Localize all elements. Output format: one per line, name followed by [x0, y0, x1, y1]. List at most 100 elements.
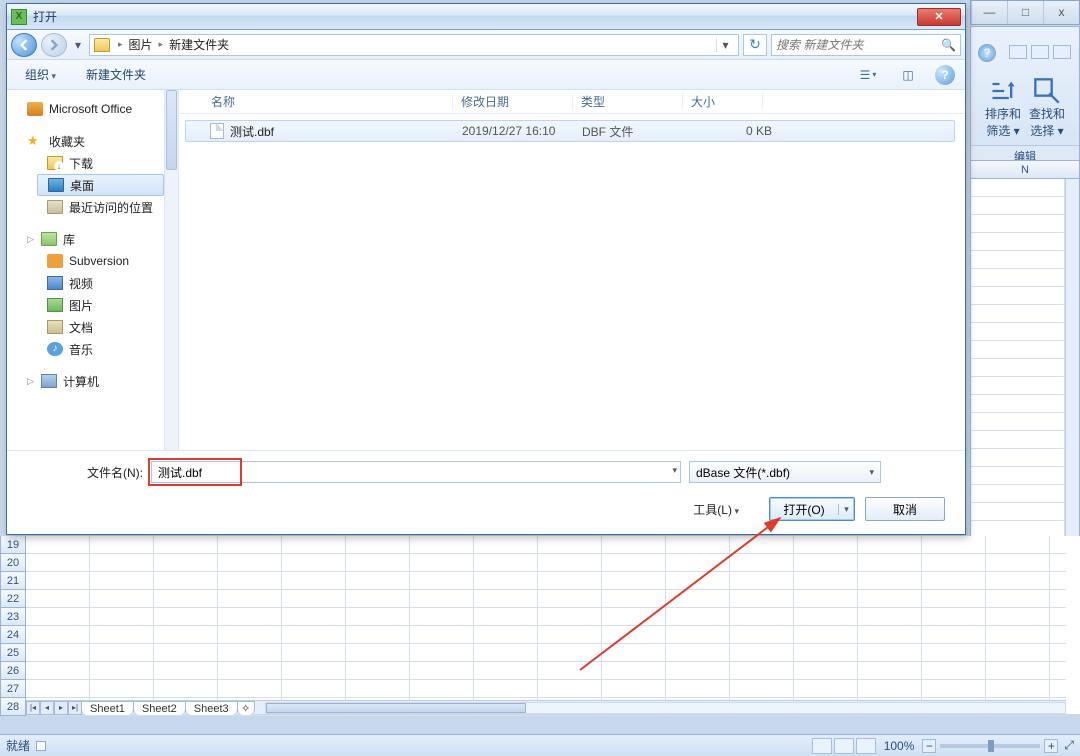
filename-dropdown[interactable]: ▾: [672, 465, 677, 476]
excel-window-controls: — □ x: [970, 0, 1080, 25]
preview-pane-button[interactable]: ◫: [895, 64, 921, 86]
tab-nav-prev[interactable]: ◂: [40, 701, 54, 715]
filetype-dropdown[interactable]: dBase 文件(*.dbf) ▾: [689, 461, 881, 483]
file-list-header[interactable]: 名称 修改日期 类型 大小: [179, 90, 965, 114]
macro-record-icon[interactable]: [36, 741, 46, 751]
breadcrumb-seg-2[interactable]: 新建文件夹: [169, 36, 229, 53]
tools-dropdown[interactable]: 工具(L): [693, 501, 739, 518]
sheet-tab-2[interactable]: Sheet2: [133, 701, 186, 715]
sidebar-item-desktop[interactable]: 桌面: [37, 174, 164, 196]
tab-nav-next[interactable]: ▸: [54, 701, 68, 715]
ribbon-mini-button[interactable]: [1009, 45, 1027, 59]
sidebar-item-computer[interactable]: ▷计算机: [17, 370, 178, 392]
column-header-N[interactable]: N: [971, 161, 1079, 179]
folder-icon: [94, 38, 110, 52]
view-mode-button[interactable]: ☰: [855, 64, 881, 86]
row-header[interactable]: 25: [0, 644, 26, 662]
fullscreen-icon[interactable]: ⤢: [1064, 738, 1074, 753]
tab-nav-first[interactable]: |◂: [26, 701, 40, 715]
sheet-tab-3[interactable]: Sheet3: [185, 701, 238, 715]
excel-minimize-button[interactable]: —: [971, 1, 1007, 24]
sidebar-item-favorites[interactable]: ★收藏夹: [17, 130, 178, 152]
search-input[interactable]: [776, 38, 937, 52]
help-button[interactable]: ?: [935, 65, 955, 85]
col-type[interactable]: 类型: [573, 93, 683, 110]
row-header[interactable]: 28: [0, 698, 26, 716]
file-date: 2019/12/27 16:10: [462, 124, 582, 138]
file-row[interactable]: 测试.dbf 2019/12/27 16:10 DBF 文件 0 KB: [185, 120, 955, 142]
spreadsheet-lower: 19202122232425262728 |◂ ◂ ▸ ▸| Sheet1 Sh…: [0, 536, 1080, 714]
zoom-level[interactable]: 100%: [884, 739, 915, 753]
nav-back-button[interactable]: [11, 33, 37, 57]
recent-icon: [47, 200, 63, 214]
row-header[interactable]: 22: [0, 590, 26, 608]
file-icon: [210, 123, 224, 139]
col-date[interactable]: 修改日期: [453, 93, 573, 110]
star-icon: ★: [27, 134, 43, 148]
sidebar-scrollbar[interactable]: [164, 90, 178, 450]
view-pagebreak-button[interactable]: [856, 738, 876, 754]
svn-icon: [47, 254, 63, 268]
row-header[interactable]: 26: [0, 662, 26, 680]
row-header[interactable]: 24: [0, 626, 26, 644]
documents-icon: [47, 320, 63, 334]
nav-forward-button[interactable]: [41, 33, 67, 57]
filename-input[interactable]: [151, 461, 681, 483]
horizontal-scrollbar[interactable]: [265, 702, 1066, 714]
sidebar-item-video[interactable]: 视频: [17, 272, 178, 294]
sidebar-item-subversion[interactable]: Subversion: [17, 250, 178, 272]
col-name[interactable]: 名称: [203, 93, 453, 110]
cancel-button[interactable]: 取消: [865, 497, 945, 521]
zoom-out-button[interactable]: −: [922, 739, 936, 753]
col-size[interactable]: 大小: [683, 93, 763, 110]
row-header[interactable]: 27: [0, 680, 26, 698]
zoom-in-button[interactable]: +: [1044, 739, 1058, 753]
open-button[interactable]: 打开(O) ▾: [769, 497, 855, 521]
tab-nav-last[interactable]: ▸|: [68, 701, 82, 715]
breadcrumb-dropdown[interactable]: ▾: [716, 38, 734, 52]
sidebar-item-libraries[interactable]: ▷库: [17, 228, 178, 250]
nav-history-dropdown[interactable]: ▾: [71, 33, 85, 57]
sidebar-item-music[interactable]: 音乐: [17, 338, 178, 360]
filename-label: 文件名(N):: [25, 464, 143, 481]
new-folder-button[interactable]: 新建文件夹: [78, 63, 154, 86]
zoom-slider[interactable]: [940, 744, 1040, 748]
organize-button[interactable]: 组织: [17, 63, 64, 86]
library-icon: [41, 232, 57, 246]
sheet-tab-1[interactable]: Sheet1: [81, 701, 134, 715]
row-header[interactable]: 21: [0, 572, 26, 590]
row-header[interactable]: 19: [0, 536, 26, 554]
sort-filter-button[interactable]: 排序和 筛选 ▾: [985, 77, 1021, 139]
file-type: DBF 文件: [582, 123, 692, 140]
ribbon-mini-button[interactable]: [1031, 45, 1049, 59]
sidebar-item-downloads[interactable]: 下载: [17, 152, 178, 174]
search-box[interactable]: 🔍: [771, 34, 961, 56]
row-header[interactable]: 20: [0, 554, 26, 572]
find-select-button[interactable]: 查找和 选择 ▾: [1029, 77, 1065, 139]
excel-icon: [11, 9, 27, 25]
breadcrumb-sep: ▸: [159, 39, 164, 50]
view-normal-button[interactable]: [812, 738, 832, 754]
open-file-dialog: 打开 ✕ ▾ ▸ 图片 ▸ 新建文件夹 ▾ ↻ 🔍 组织 新建文件夹 ☰ ◫ ?: [6, 3, 966, 535]
dialog-titlebar[interactable]: 打开 ✕: [7, 4, 965, 30]
breadcrumb[interactable]: ▸ 图片 ▸ 新建文件夹 ▾: [89, 34, 739, 56]
office-icon: [27, 102, 43, 116]
sidebar-item-recent[interactable]: 最近访问的位置: [17, 196, 178, 218]
excel-close-button[interactable]: x: [1043, 1, 1079, 24]
desktop-icon: [48, 178, 64, 192]
new-sheet-tab[interactable]: ✧: [237, 701, 255, 715]
sidebar-item-office[interactable]: Microsoft Office: [17, 98, 178, 120]
refresh-button[interactable]: ↻: [743, 34, 767, 56]
sidebar-item-documents[interactable]: 文档: [17, 316, 178, 338]
computer-icon: [41, 374, 57, 388]
sidebar-item-pictures[interactable]: 图片: [17, 294, 178, 316]
breadcrumb-seg-1[interactable]: 图片: [129, 36, 153, 53]
dialog-close-button[interactable]: ✕: [917, 8, 961, 26]
help-icon[interactable]: ?: [978, 44, 996, 62]
row-header[interactable]: 23: [0, 608, 26, 626]
open-button-split[interactable]: ▾: [838, 504, 854, 515]
view-pagelayout-button[interactable]: [834, 738, 854, 754]
ribbon-mini-button[interactable]: [1053, 45, 1071, 59]
excel-maximize-button[interactable]: □: [1007, 1, 1043, 24]
sidebar: Microsoft Office ★收藏夹 下载 桌面 最近访问的位置 ▷库 S…: [7, 90, 179, 450]
